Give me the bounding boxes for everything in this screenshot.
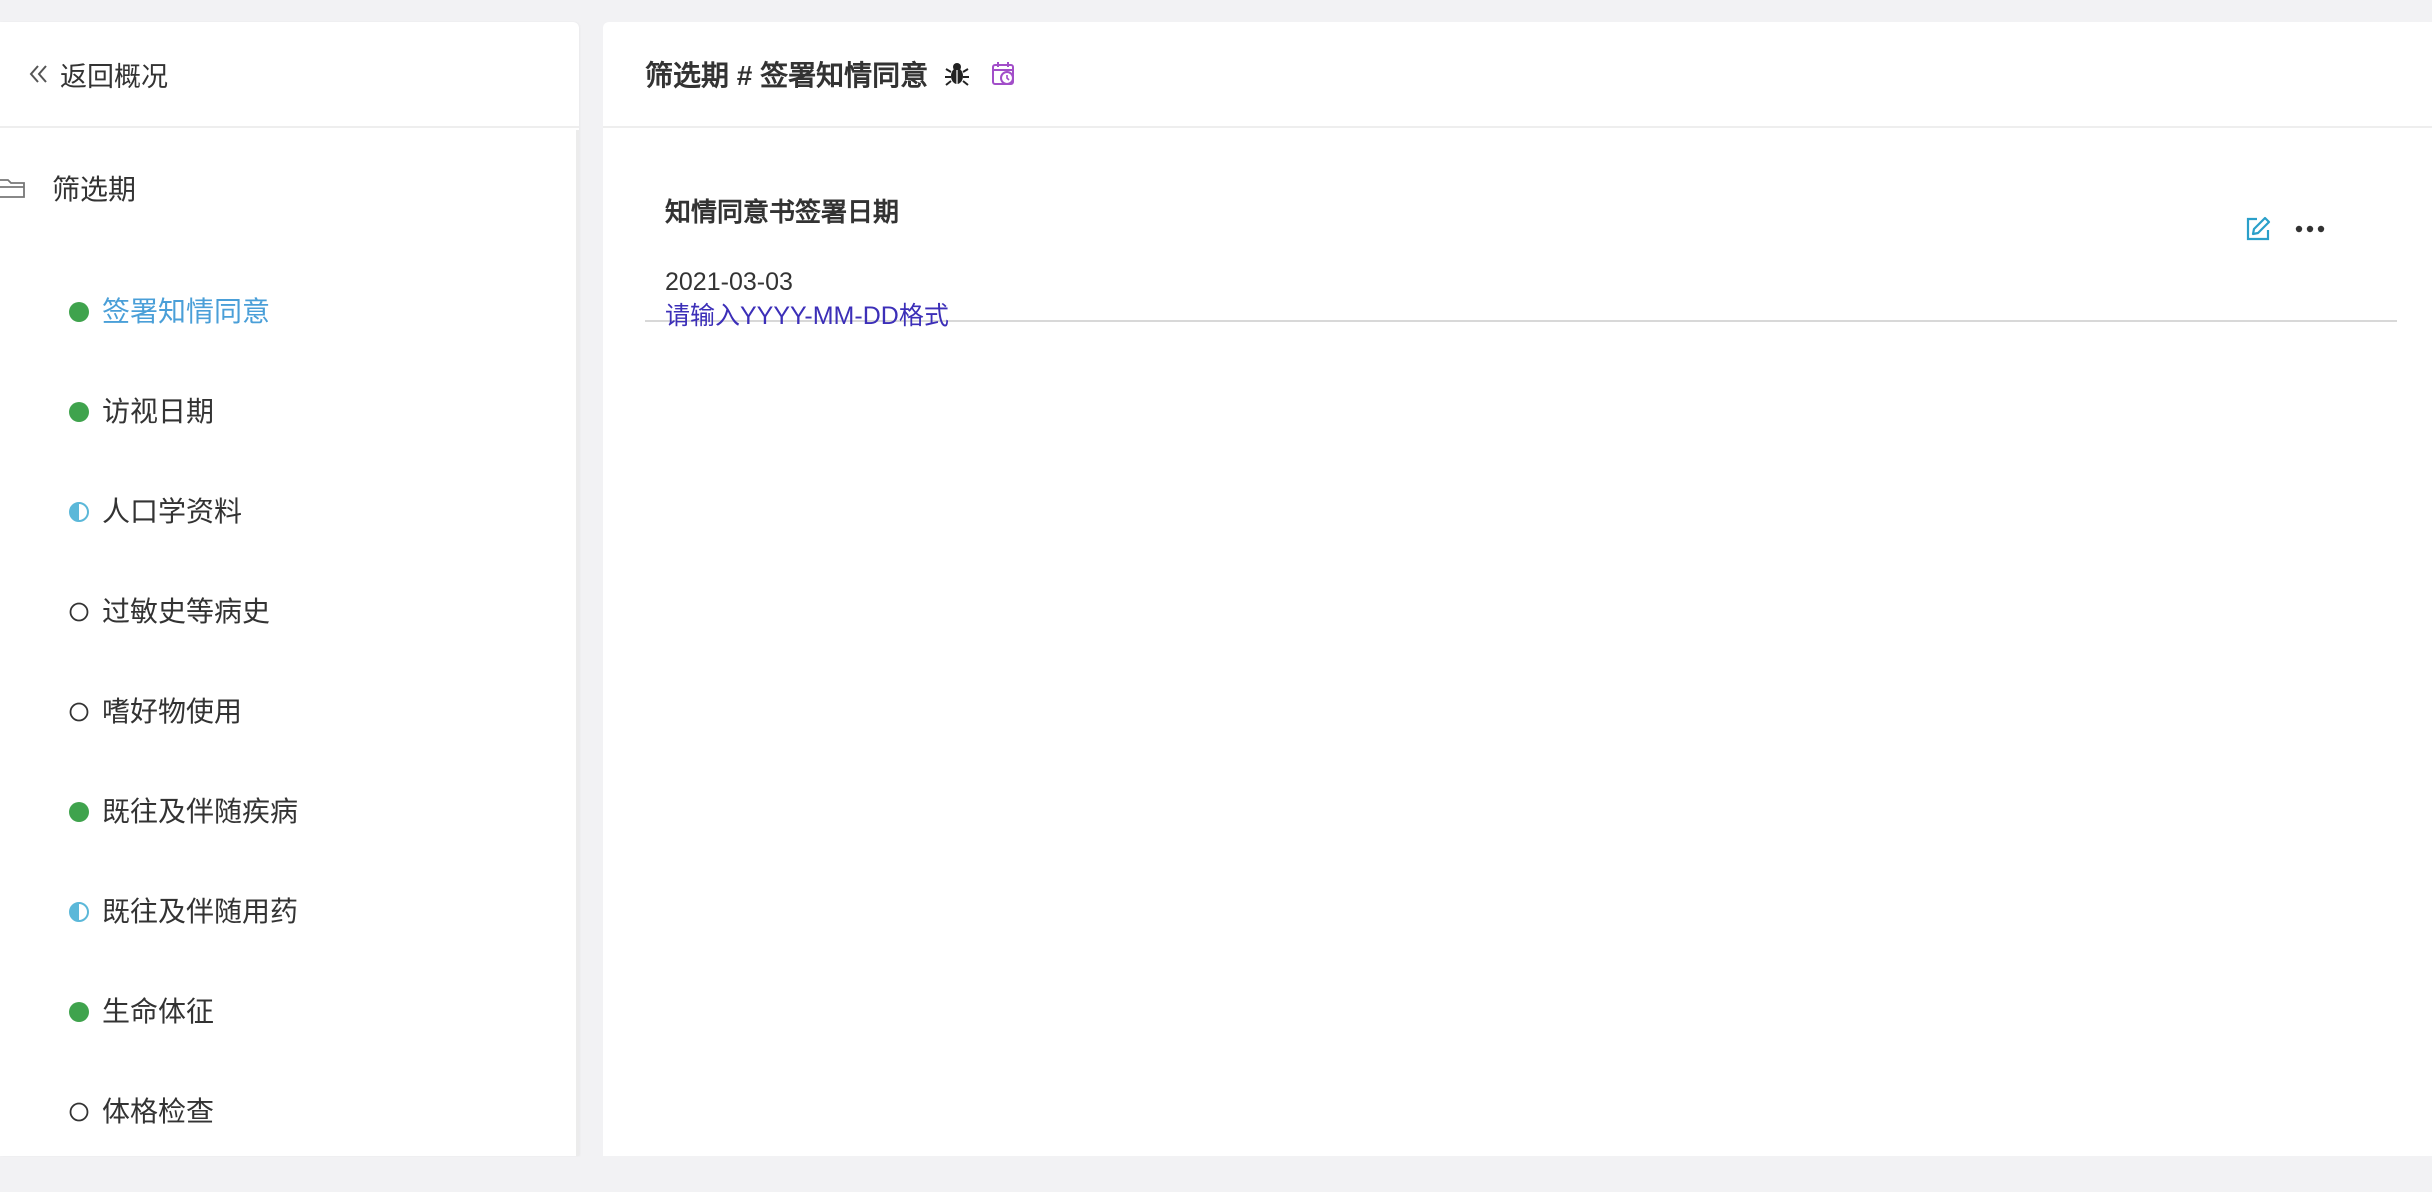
more-horizontal-icon[interactable]: [2293, 214, 2327, 244]
main-panel: 筛选期 # 签署知情同意 知情同意书签署日期 2021-03-03 请输入YYY…: [603, 22, 2432, 1156]
bug-icon[interactable]: [942, 59, 972, 89]
folder-screening-period[interactable]: 筛选期: [0, 168, 136, 208]
sidebar-item[interactable]: 嗜好物使用: [68, 692, 298, 792]
status-complete-icon: [68, 801, 90, 823]
sidebar-item-label: 体格检查: [102, 1096, 215, 1127]
sidebar-item-label: 人口学资料: [102, 496, 243, 527]
sidebar-item[interactable]: 签署知情同意: [68, 292, 298, 392]
sidebar-item-label: 过敏史等病史: [102, 596, 271, 627]
sidebar-item-label: 生命体征: [102, 996, 215, 1027]
field-consent-date: 知情同意书签署日期 2021-03-03 请输入YYYY-MM-DD格式: [645, 182, 2397, 330]
status-partial-icon: [68, 901, 90, 923]
history-calendar-icon[interactable]: [990, 60, 1018, 88]
sidebar-item[interactable]: 既往及伴随用药: [68, 892, 298, 992]
status-complete-icon: [68, 1001, 90, 1023]
sidebar-item[interactable]: 过敏史等病史: [68, 592, 298, 692]
folder-label: 筛选期: [52, 174, 137, 205]
field-label: 知情同意书签署日期: [665, 197, 900, 227]
page-title: 筛选期 # 签署知情同意: [645, 60, 929, 91]
sidebar-item-label: 签署知情同意: [102, 296, 271, 327]
sidebar-item-label: 既往及伴随疾病: [102, 796, 299, 827]
edit-icon[interactable]: [2243, 214, 2273, 244]
form-nav-list: 签署知情同意 访视日期人口学资料过敏史等病史 嗜好物使用既往及伴随疾病 既往及伴随用药…: [68, 292, 298, 1192]
field-value[interactable]: 2021-03-03: [665, 268, 793, 297]
status-empty-icon: [68, 1101, 90, 1123]
back-to-overview-label: 返回概况: [60, 61, 168, 92]
sidebar-divider: [576, 130, 579, 1156]
sidebar-item[interactable]: 既往及伴随疾病: [68, 792, 298, 892]
field-hint: 请输入YYYY-MM-DD格式: [665, 302, 949, 330]
sidebar-item-label: 既往及伴随用药: [102, 896, 299, 927]
sidebar-item[interactable]: 生命体征: [68, 992, 298, 1092]
main-header: 筛选期 # 签署知情同意: [603, 22, 2432, 128]
status-empty-icon: [68, 701, 90, 723]
folder-icon: [0, 175, 26, 201]
sidebar-item-label: 嗜好物使用: [102, 696, 243, 727]
status-partial-icon: [68, 501, 90, 523]
status-complete-icon: [68, 401, 90, 423]
double-chevron-left-icon: [28, 63, 50, 85]
sidebar-item[interactable]: 体格检查: [68, 1092, 298, 1192]
status-complete-icon: [68, 301, 90, 323]
back-to-overview-link[interactable]: 返回概况: [0, 22, 579, 128]
sidebar-item[interactable]: 人口学资料: [68, 492, 298, 592]
sidebar-item[interactable]: 访视日期: [68, 392, 298, 492]
status-empty-icon: [68, 601, 90, 623]
sidebar: 返回概况 筛选期 签署知情同意 访视日期人口学资料过敏史等病史 嗜好物使用既往及伴随…: [0, 22, 579, 1156]
sidebar-item-label: 访视日期: [102, 396, 215, 427]
